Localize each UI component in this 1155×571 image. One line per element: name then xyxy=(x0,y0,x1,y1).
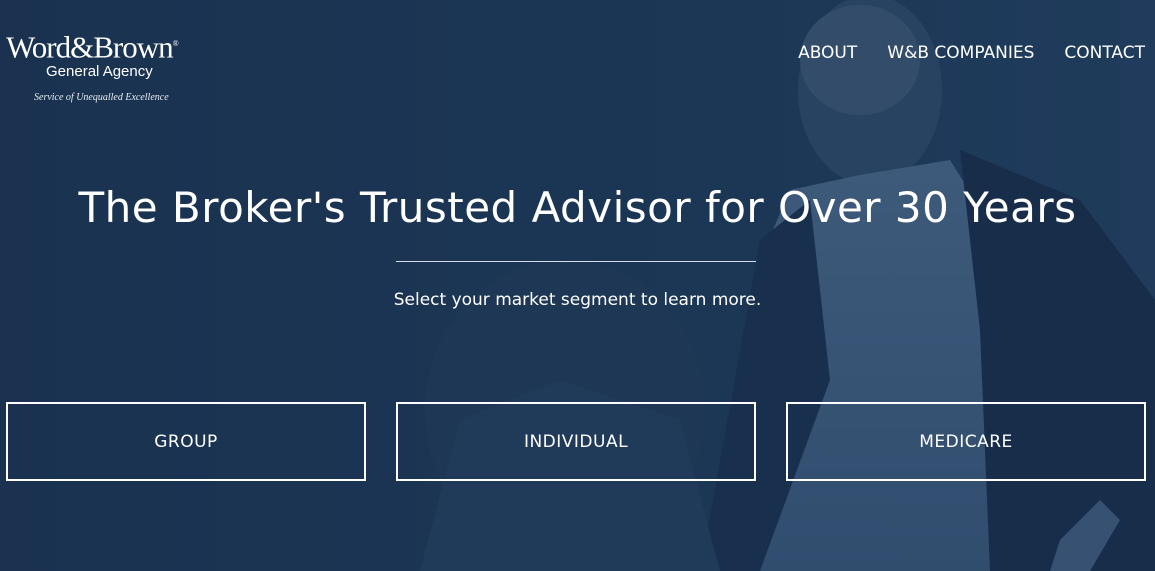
hero-section: Word&Brown® General Agency Service of Un… xyxy=(0,0,1155,571)
nav-contact-link[interactable]: CONTACT xyxy=(1064,43,1145,63)
registered-mark: ® xyxy=(172,39,179,48)
logo-wordmark: Word&Brown® xyxy=(6,29,179,65)
logo-tagline: Service of Unequalled Excellence xyxy=(34,92,169,103)
main-nav: ABOUT W&B COMPANIES CONTACT xyxy=(798,43,1145,63)
logo-subtitle: General Agency xyxy=(46,63,153,80)
medicare-segment-button[interactable]: MEDICARE xyxy=(786,402,1146,481)
hero-overlay xyxy=(0,0,1155,571)
brand-logo[interactable]: Word&Brown® General Agency Service of Un… xyxy=(6,26,216,103)
headline-divider xyxy=(396,261,756,262)
hero-subtext: Select your market segment to learn more… xyxy=(393,290,762,310)
individual-segment-button[interactable]: INDIVIDUAL xyxy=(396,402,756,481)
group-segment-button[interactable]: GROUP xyxy=(6,402,366,481)
nav-about-link[interactable]: ABOUT xyxy=(798,43,857,63)
nav-wb-companies-link[interactable]: W&B COMPANIES xyxy=(887,43,1034,63)
hero-headline: The Broker's Trusted Advisor for Over 30… xyxy=(78,183,1077,232)
